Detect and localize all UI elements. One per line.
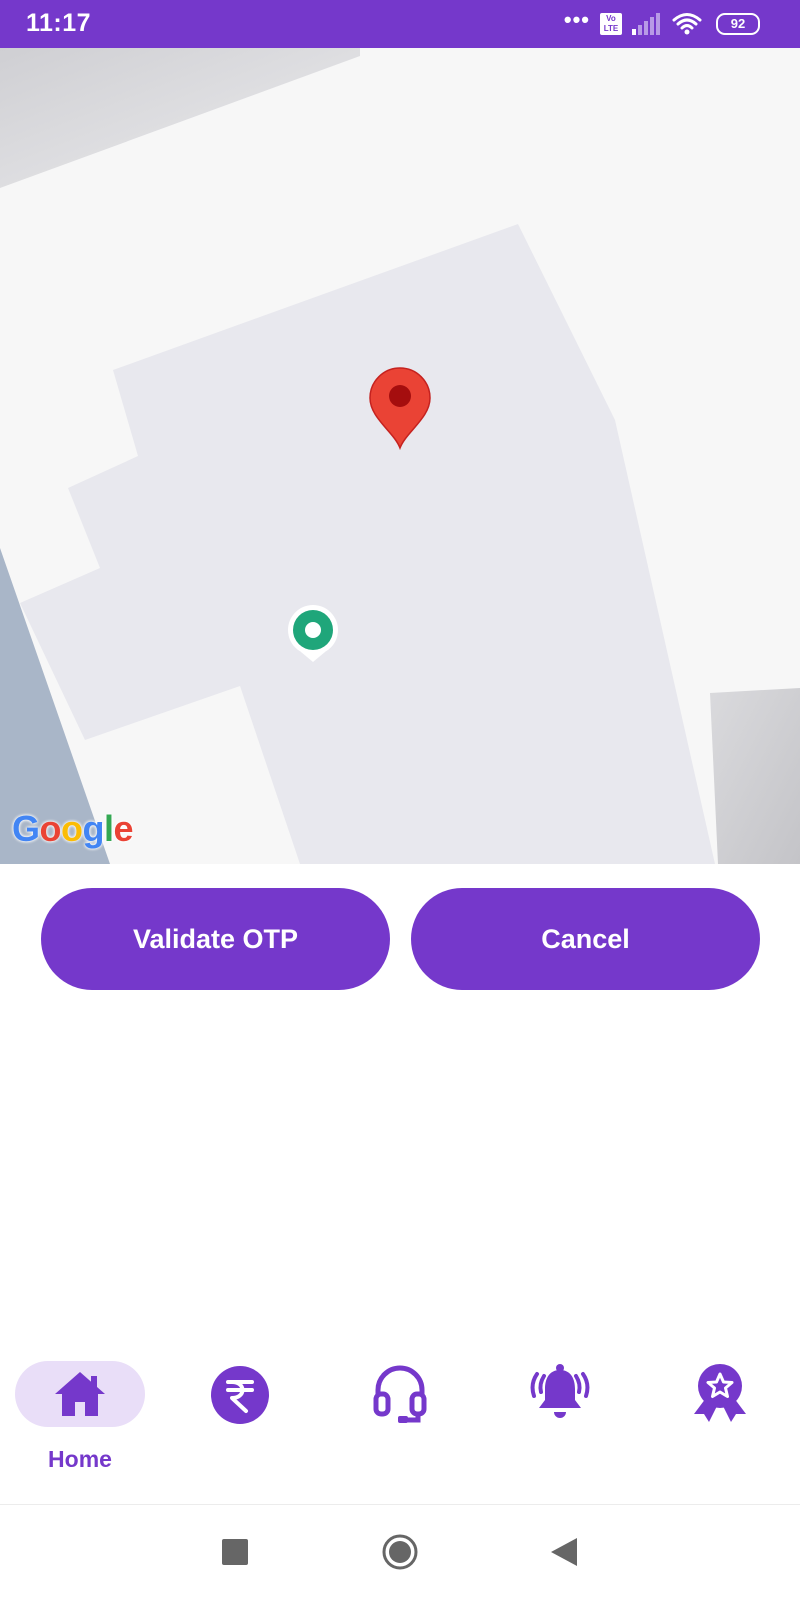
- map-view[interactable]: Google: [0, 48, 800, 864]
- nav-label-home: Home: [48, 1446, 112, 1472]
- bottom-nav: Home: [0, 1340, 800, 1505]
- nav-item-home[interactable]: Home: [0, 1340, 160, 1504]
- google-logo: Google: [12, 808, 134, 850]
- home-icon: [55, 1372, 105, 1416]
- google-logo-o2: o: [61, 808, 83, 849]
- more-dots-icon: •••: [563, 7, 590, 32]
- nav-item-payments[interactable]: [160, 1340, 320, 1504]
- recents-square-icon[interactable]: [222, 1539, 248, 1565]
- battery-icon: 92: [716, 13, 760, 35]
- google-logo-g: G: [12, 808, 40, 849]
- award-badge-icon: [694, 1364, 746, 1422]
- wifi-icon: [672, 13, 702, 35]
- volte-bottom-text: LTE: [603, 24, 619, 33]
- status-time: 11:17: [26, 9, 92, 37]
- volte-top-text: Vo: [606, 14, 616, 23]
- nav-item-rewards[interactable]: [640, 1340, 800, 1504]
- signal-icon: [632, 13, 660, 35]
- headset-icon: [373, 1365, 427, 1423]
- validate-otp-button[interactable]: Validate OTP: [41, 888, 390, 990]
- back-triangle-icon[interactable]: [551, 1538, 577, 1566]
- volte-icon: Vo LTE: [600, 13, 622, 35]
- cancel-button[interactable]: Cancel: [411, 888, 760, 990]
- google-logo-l: l: [104, 808, 114, 849]
- nav-item-notifications[interactable]: [480, 1340, 640, 1504]
- bell-ringing-icon: [530, 1364, 590, 1418]
- screen: 11:17 ••• Vo LTE 92 Google Validate OTP …: [0, 0, 800, 1600]
- google-logo-g2: g: [82, 808, 105, 849]
- system-nav-bar: [0, 1505, 800, 1600]
- home-circle-icon[interactable]: [381, 1533, 419, 1571]
- status-icons: ••• Vo LTE 92: [564, 8, 760, 40]
- status-bar: 11:17 ••• Vo LTE 92: [0, 0, 800, 48]
- map-building-corner: [710, 688, 800, 864]
- google-logo-o1: o: [39, 808, 62, 849]
- rupee-icon: [211, 1366, 269, 1424]
- map-canvas: [0, 48, 800, 864]
- nav-item-support[interactable]: [320, 1340, 480, 1504]
- google-logo-e: e: [113, 808, 134, 849]
